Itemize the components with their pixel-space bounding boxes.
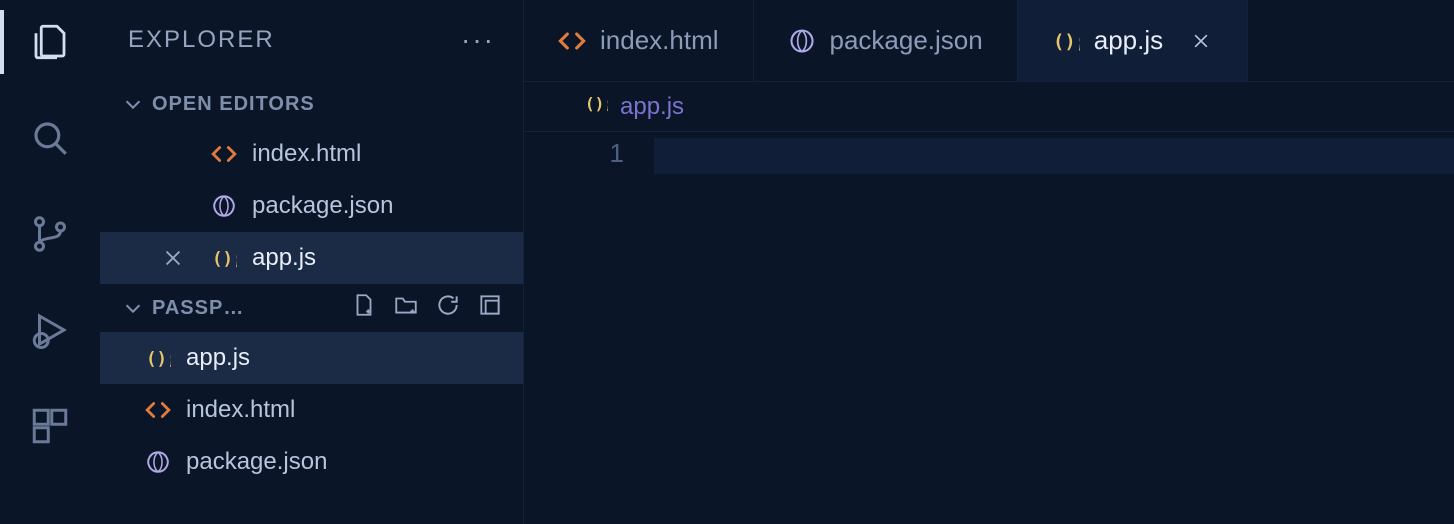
- js-file-icon: [584, 91, 608, 122]
- js-file-icon: [144, 345, 172, 371]
- file-label: package.json: [252, 192, 393, 220]
- editor-area: index.html package.json app.js app.js 1: [524, 0, 1454, 524]
- explorer-more-icon[interactable]: ···: [461, 24, 495, 56]
- new-folder-icon[interactable]: [393, 292, 419, 324]
- file-label: app.js: [252, 244, 316, 272]
- file-label: app.js: [186, 344, 250, 372]
- open-editors-section-header[interactable]: OPEN EDITORS: [100, 80, 523, 128]
- close-editor-icon[interactable]: [162, 247, 184, 269]
- tab-close-icon[interactable]: [1189, 29, 1213, 53]
- file-label: index.html: [186, 396, 295, 424]
- explorer-title: EXPLORER: [128, 26, 275, 54]
- editor-tabs: index.html package.json app.js: [524, 0, 1454, 82]
- tab-app-js[interactable]: app.js: [1018, 0, 1248, 81]
- open-editor-item[interactable]: app.js: [100, 232, 523, 284]
- activity-bar: [0, 0, 100, 524]
- html-file-icon: [144, 397, 172, 423]
- breadcrumb[interactable]: app.js: [524, 82, 1454, 132]
- extensions-tab-icon[interactable]: [26, 402, 74, 450]
- file-label: package.json: [186, 448, 327, 476]
- line-number-gutter: 1: [524, 132, 654, 524]
- open-editor-item[interactable]: index.html: [100, 128, 523, 180]
- open-editors-list: index.html package.json app.js: [100, 128, 523, 284]
- search-tab-icon[interactable]: [26, 114, 74, 162]
- code-content[interactable]: [654, 132, 1454, 524]
- new-file-icon[interactable]: [351, 292, 377, 324]
- chevron-down-icon: [122, 297, 144, 319]
- file-label: index.html: [252, 140, 361, 168]
- source-control-tab-icon[interactable]: [26, 210, 74, 258]
- code-editor[interactable]: 1: [524, 132, 1454, 524]
- tab-label: package.json: [830, 25, 983, 56]
- collapse-all-icon[interactable]: [477, 292, 503, 324]
- open-editor-item[interactable]: package.json: [100, 180, 523, 232]
- explorer-tab-icon[interactable]: [26, 18, 74, 66]
- file-item[interactable]: package.json: [100, 436, 523, 488]
- breadcrumb-label: app.js: [620, 93, 684, 121]
- tab-index-html[interactable]: index.html: [524, 0, 754, 81]
- html-file-icon: [210, 141, 238, 167]
- json-file-icon: [210, 193, 238, 219]
- json-file-icon: [788, 27, 816, 55]
- js-file-icon: [1052, 27, 1080, 55]
- file-item[interactable]: app.js: [100, 332, 523, 384]
- refresh-icon[interactable]: [435, 292, 461, 324]
- json-file-icon: [144, 449, 172, 475]
- tab-label: app.js: [1094, 25, 1163, 56]
- tab-package-json[interactable]: package.json: [754, 0, 1018, 81]
- run-debug-tab-icon[interactable]: [26, 306, 74, 354]
- folder-section-header[interactable]: PASSP…: [100, 284, 523, 332]
- folder-actions: [351, 292, 503, 324]
- file-item[interactable]: index.html: [100, 384, 523, 436]
- js-file-icon: [210, 245, 238, 271]
- folder-file-list: app.js index.html package.json: [100, 332, 523, 488]
- current-line-highlight: [654, 138, 1454, 174]
- html-file-icon: [558, 27, 586, 55]
- chevron-down-icon: [122, 93, 144, 115]
- explorer-sidebar: EXPLORER ··· OPEN EDITORS index.html pac…: [100, 0, 524, 524]
- explorer-header: EXPLORER ···: [100, 0, 523, 80]
- open-editors-label: OPEN EDITORS: [152, 93, 315, 116]
- folder-name: PASSP…: [152, 297, 244, 320]
- tab-label: index.html: [600, 25, 719, 56]
- line-number: 1: [524, 138, 624, 169]
